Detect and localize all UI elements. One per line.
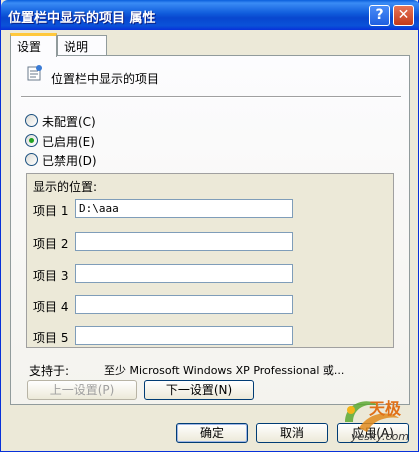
supported-on-value: 至少 Microsoft Windows XP Professional 或..… (104, 364, 345, 377)
radio-disabled-label[interactable]: 已禁用(D) (42, 152, 97, 169)
cancel-button[interactable]: 取消 (256, 423, 328, 443)
supported-on-label: 支持于: (29, 364, 70, 378)
item-2-input[interactable] (75, 232, 293, 251)
apply-button[interactable]: 应用(A) (337, 423, 409, 443)
window-title: 位置栏中显示的项目 属性 (8, 11, 156, 26)
title-bar[interactable]: 位置栏中显示的项目 属性 ? ✕ (1, 0, 419, 30)
options-box: 显示的位置: 项目 1 D:\aaa 项目 2 项目 3 项目 4 项目 5 (26, 173, 394, 348)
item-3-label: 项目 3 (33, 269, 69, 283)
item-1-label: 项目 1 (33, 204, 69, 218)
options-title: 显示的位置: (33, 180, 98, 194)
item-2-label: 项目 2 (33, 237, 69, 251)
item-5-input[interactable] (75, 326, 293, 345)
item-4-input[interactable] (75, 295, 293, 314)
tab-settings[interactable]: 设置 (10, 33, 57, 57)
radio-enabled[interactable] (25, 134, 38, 147)
item-4-label: 项目 4 (33, 300, 69, 314)
close-button[interactable]: ✕ (393, 5, 414, 26)
item-1-input[interactable]: D:\aaa (75, 199, 293, 218)
next-setting-button[interactable]: 下一设置(N) (144, 380, 254, 400)
tab-explain[interactable]: 说明 (57, 35, 107, 56)
radio-not-configured[interactable] (25, 114, 38, 127)
settings-panel: 位置栏中显示的项目 未配置(C) 已启用(E) 已禁用(D) 显示的位置: 项目… (10, 55, 410, 405)
radio-not-configured-label[interactable]: 未配置(C) (42, 113, 96, 130)
properties-dialog: 位置栏中显示的项目 属性 ? ✕ 设置 说明 位置栏中显示的项目 未配置(C) … (0, 0, 419, 452)
ok-button[interactable]: 确定 (176, 423, 248, 443)
item-5-label: 项目 5 (33, 331, 69, 345)
separator (21, 96, 401, 98)
policy-setting-icon (27, 65, 42, 81)
help-button[interactable]: ? (369, 5, 390, 26)
radio-enabled-label[interactable]: 已启用(E) (42, 133, 95, 150)
radio-disabled[interactable] (25, 153, 38, 166)
previous-setting-button[interactable]: 上一设置(P) (27, 380, 137, 400)
item-3-input[interactable] (75, 264, 293, 283)
policy-name: 位置栏中显示的项目 (51, 72, 160, 86)
